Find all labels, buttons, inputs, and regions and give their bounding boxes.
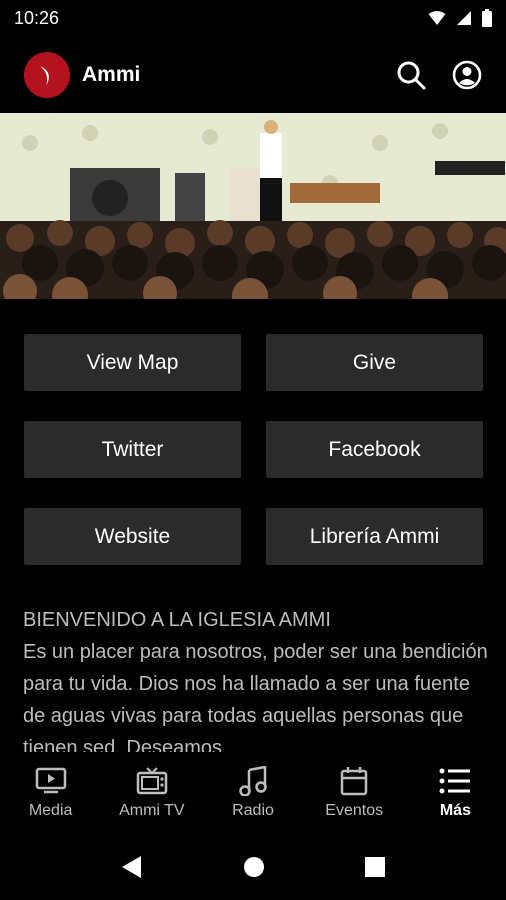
nav-label-eventos: Eventos	[325, 802, 384, 819]
nav-label-media: Media	[28, 802, 73, 819]
wifi-icon	[428, 11, 446, 25]
nav-item-mas[interactable]: Más	[405, 752, 506, 834]
home-icon[interactable]	[243, 856, 265, 878]
nav-label-radio: Radio	[232, 802, 274, 819]
list-icon	[439, 766, 471, 796]
welcome-body: Es un placer para nosotros, poder ser un…	[23, 641, 488, 752]
cell-signal-icon	[457, 11, 471, 25]
banner-image	[0, 113, 506, 299]
nav-item-ammi-tv[interactable]: Ammi TV	[101, 752, 202, 834]
give-button[interactable]: Give	[266, 334, 483, 391]
nav-label-ammi-tv: Ammi TV	[119, 802, 185, 819]
twitter-button[interactable]: Twitter	[24, 421, 241, 478]
account-icon[interactable]	[452, 60, 482, 90]
calendar-icon	[340, 766, 368, 796]
app-title: Ammi	[82, 62, 141, 86]
media-icon	[35, 766, 67, 796]
view-map-button[interactable]: View Map	[24, 334, 241, 391]
website-button[interactable]: Website	[24, 508, 241, 565]
logo-swoosh-icon	[40, 65, 49, 86]
back-icon[interactable]	[121, 855, 143, 879]
status-bar: 10:26	[0, 0, 506, 36]
ammi-logo	[24, 51, 70, 98]
nav-item-radio[interactable]: Radio	[202, 752, 303, 834]
libreria-ammi-button[interactable]: Librería Ammi	[266, 508, 483, 565]
welcome-section: BIENVENIDO A LA IGLESIA AMMI Es un place…	[23, 604, 488, 752]
app-bar: Ammi	[0, 36, 506, 113]
system-navigation-bar	[0, 834, 506, 900]
nav-label-mas: Más	[439, 802, 471, 819]
status-icons	[428, 9, 492, 27]
facebook-button[interactable]: Facebook	[266, 421, 483, 478]
battery-icon	[482, 9, 492, 27]
search-icon[interactable]	[396, 60, 426, 90]
congregation-photo	[0, 113, 506, 299]
bottom-navigation: Media Ammi TV Radio Eventos Más	[0, 752, 506, 834]
status-time: 10:26	[14, 7, 60, 28]
nav-item-eventos[interactable]: Eventos	[304, 752, 405, 834]
action-button-grid: View Map Give Twitter Facebook Website L…	[24, 334, 483, 565]
recents-icon[interactable]	[365, 857, 385, 877]
tv-icon	[136, 766, 168, 796]
nav-item-media[interactable]: Media	[0, 752, 101, 834]
music-note-icon	[239, 766, 267, 796]
welcome-heading: BIENVENIDO A LA IGLESIA AMMI	[23, 609, 331, 631]
